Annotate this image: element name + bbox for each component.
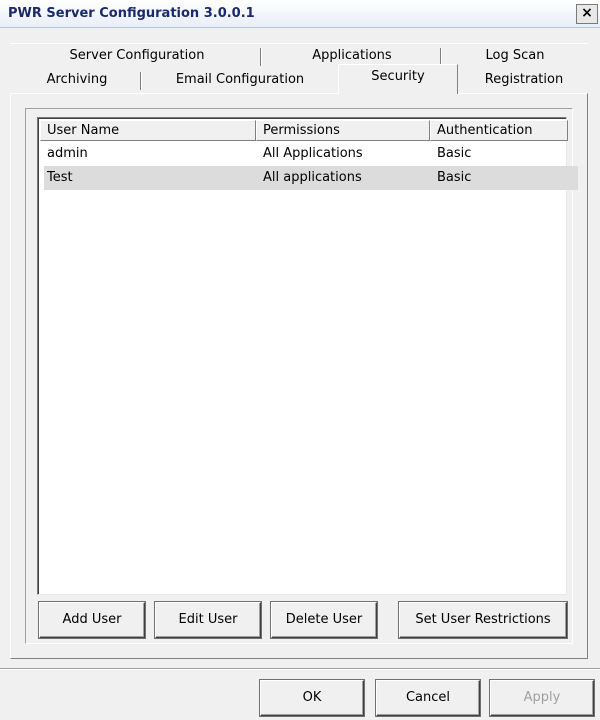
column-user-name[interactable]: User Name <box>40 120 256 141</box>
apply-label: Apply <box>523 690 561 705</box>
table-row[interactable]: admin All Applications Basic <box>40 142 566 166</box>
ok-button[interactable]: OK <box>260 680 364 716</box>
tab-label: Server Configuration <box>69 48 205 63</box>
cancel-label: Cancel <box>405 690 451 705</box>
add-user-button[interactable]: Add User <box>39 602 145 638</box>
tab-label: Security <box>371 69 425 84</box>
cancel-button[interactable]: Cancel <box>376 680 480 716</box>
column-permissions[interactable]: Permissions <box>256 120 430 141</box>
tab-security[interactable]: Security <box>338 64 458 94</box>
tab-email-configuration[interactable]: Email Configuration <box>142 68 338 92</box>
cell-authentication: Basic <box>437 170 472 185</box>
cell-user-name: admin <box>47 146 88 161</box>
tab-label: Applications <box>312 48 392 63</box>
tab-label: Registration <box>484 72 564 87</box>
cell-permissions: All applications <box>263 170 362 185</box>
edit-user-button[interactable]: Edit User <box>155 602 261 638</box>
title-bar: PWR Server Configuration 3.0.0.1 × <box>0 0 600 28</box>
apply-button[interactable]: Apply <box>490 680 594 716</box>
cell-user-name: Test <box>47 170 73 185</box>
tab-log-scan[interactable]: Log Scan <box>442 44 588 68</box>
tab-archiving[interactable]: Archiving <box>12 68 142 92</box>
users-list-header: User Name Permissions Authentication <box>40 120 568 141</box>
set-user-restrictions-button[interactable]: Set User Restrictions <box>399 602 567 638</box>
tab-label: Email Configuration <box>175 72 305 87</box>
delete-user-button[interactable]: Delete User <box>271 602 377 638</box>
close-icon[interactable]: × <box>576 4 598 24</box>
table-row[interactable]: Test All applications Basic <box>44 166 578 190</box>
window-title: PWR Server Configuration 3.0.0.1 <box>8 6 255 21</box>
tab-label: Archiving <box>46 72 108 87</box>
cell-permissions: All Applications <box>263 146 363 161</box>
cell-authentication: Basic <box>437 146 472 161</box>
tab-server-configuration[interactable]: Server Configuration <box>12 44 262 68</box>
tab-registration[interactable]: Registration <box>460 68 588 92</box>
users-list[interactable]: User Name Permissions Authentication adm… <box>37 117 578 595</box>
footer-separator <box>0 668 600 670</box>
ok-label: OK <box>302 690 322 705</box>
column-authentication[interactable]: Authentication <box>430 120 568 141</box>
security-tab-panel: User Name Permissions Authentication adm… <box>10 93 588 659</box>
tab-label: Log Scan <box>485 48 545 63</box>
